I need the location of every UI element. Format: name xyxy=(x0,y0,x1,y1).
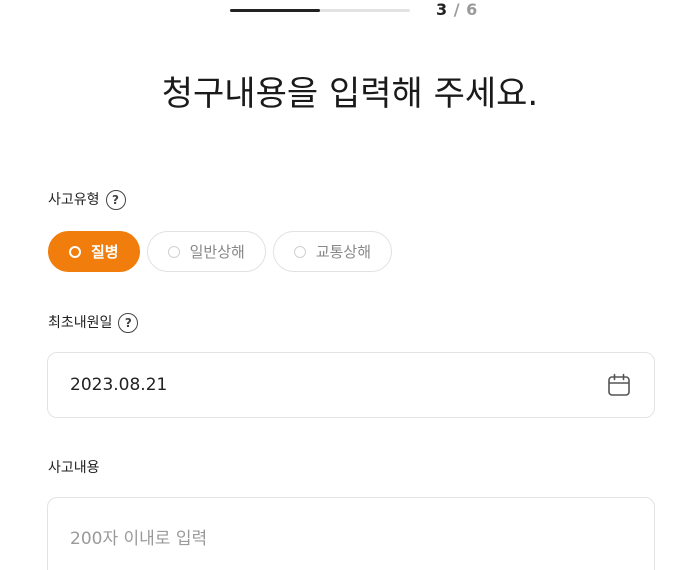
step-current: 3 xyxy=(436,0,448,19)
accident-type-label-row: 사고유형 ? xyxy=(48,190,126,210)
accident-content-input[interactable] xyxy=(70,524,632,564)
help-icon[interactable]: ? xyxy=(105,190,126,210)
accident-content-field xyxy=(47,497,655,570)
first-visit-date-value: 2023.08.21 xyxy=(70,375,168,395)
claim-form-page: 3 / 6 청구내용을 입력해 주세요. 사고유형 ? 질병 일반상해 교통상해… xyxy=(0,0,700,570)
option-label: 질병 xyxy=(91,243,119,261)
accident-type-option-traffic-injury[interactable]: 교통상해 xyxy=(272,231,393,272)
progress-bar xyxy=(230,9,410,12)
first-visit-label-row: 최초내원일 ? xyxy=(48,313,139,333)
option-label: 교통상해 xyxy=(315,243,372,261)
accident-type-options: 질병 일반상해 교통상해 xyxy=(48,231,393,272)
help-icon[interactable]: ? xyxy=(118,313,139,333)
accident-content-label: 사고내용 xyxy=(48,460,100,476)
first-visit-date-field[interactable]: 2023.08.21 xyxy=(47,352,655,418)
progress-bar-fill xyxy=(230,9,320,12)
step-total: 6 xyxy=(466,0,478,19)
accident-type-label: 사고유형 xyxy=(48,192,100,208)
step-counter: 3 / 6 xyxy=(436,0,478,20)
radio-icon xyxy=(69,245,81,258)
calendar-icon[interactable] xyxy=(606,372,632,398)
step-separator: / xyxy=(453,0,461,19)
radio-icon xyxy=(293,245,306,258)
page-title: 청구내용을 입력해 주세요. xyxy=(161,74,539,114)
radio-icon xyxy=(167,245,180,258)
option-label: 일반상해 xyxy=(189,243,245,261)
first-visit-label: 최초내원일 xyxy=(48,315,113,331)
accident-type-option-disease[interactable]: 질병 xyxy=(48,231,140,272)
accident-type-option-general-injury[interactable]: 일반상해 xyxy=(146,231,266,272)
accident-content-label-row: 사고내용 xyxy=(48,458,100,478)
